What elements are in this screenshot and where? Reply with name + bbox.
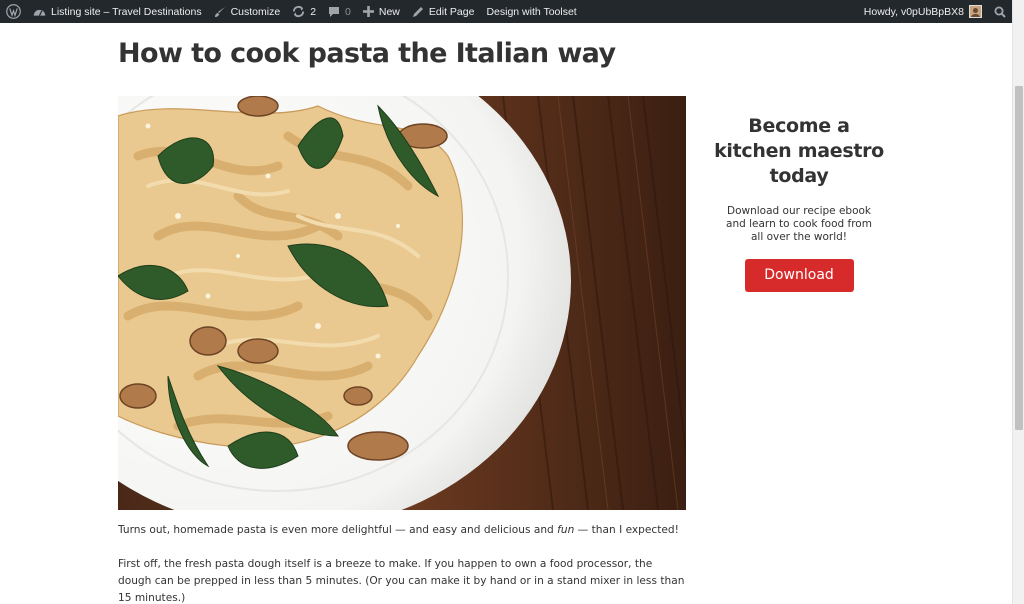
dashboard-icon [33, 6, 46, 17]
plus-icon [362, 6, 374, 17]
comments-count: 0 [345, 5, 351, 18]
cta-description: Download our recipe ebook and learn to c… [726, 205, 872, 243]
site-name-link[interactable]: Listing site – Travel Destinations [27, 0, 208, 23]
comment-icon [328, 6, 340, 18]
wordpress-icon [6, 4, 21, 19]
account-menu[interactable]: Howdy, v0pUbBpBX8 [858, 0, 988, 23]
updates-count: 2 [310, 5, 317, 18]
edit-page-link[interactable]: Edit Page [406, 0, 481, 23]
admin-bar: Listing site – Travel Destinations Custo… [0, 0, 1012, 23]
avatar [969, 5, 982, 18]
page-scrollbar[interactable] [1012, 0, 1024, 604]
new-label: New [378, 5, 400, 18]
customize-label: Customize [230, 5, 281, 18]
cta-heading: Become a kitchen maestro today [714, 115, 884, 187]
comments-link[interactable]: 0 [322, 0, 357, 23]
intro-text-start: Turns out, homemade pasta is even more d… [118, 524, 558, 536]
brush-icon [214, 6, 226, 18]
page-title: How to cook pasta the Italian way [118, 38, 616, 69]
download-button[interactable]: Download [744, 259, 854, 292]
edit-page-label: Edit Page [428, 5, 475, 18]
toolset-label: Design with Toolset [486, 5, 577, 18]
scrollbar-thumb[interactable] [1015, 86, 1023, 430]
howdy-label: Howdy, v0pUbBpBX8 [863, 5, 964, 18]
sidebar-cta: Become a kitchen maestro today Download … [712, 114, 886, 292]
intro-emphasis: fun [557, 524, 575, 536]
updates-icon [292, 5, 305, 18]
updates-link[interactable]: 2 [286, 0, 322, 23]
toolset-link[interactable]: Design with Toolset [480, 0, 582, 23]
intro-text-end: — than I expected! [574, 524, 679, 536]
site-name-label: Listing site – Travel Destinations [51, 5, 202, 18]
admin-search-button[interactable] [988, 0, 1012, 23]
customize-link[interactable]: Customize [208, 0, 287, 23]
pasta-hero-image [118, 96, 686, 510]
pencil-icon [412, 6, 424, 18]
body-paragraph: First off, the fresh pasta dough itself … [118, 558, 685, 604]
new-content-link[interactable]: New [357, 0, 406, 23]
search-icon [994, 6, 1006, 18]
intro-paragraph: Turns out, homemade pasta is even more d… [118, 522, 688, 539]
wordpress-logo-button[interactable] [0, 0, 27, 23]
